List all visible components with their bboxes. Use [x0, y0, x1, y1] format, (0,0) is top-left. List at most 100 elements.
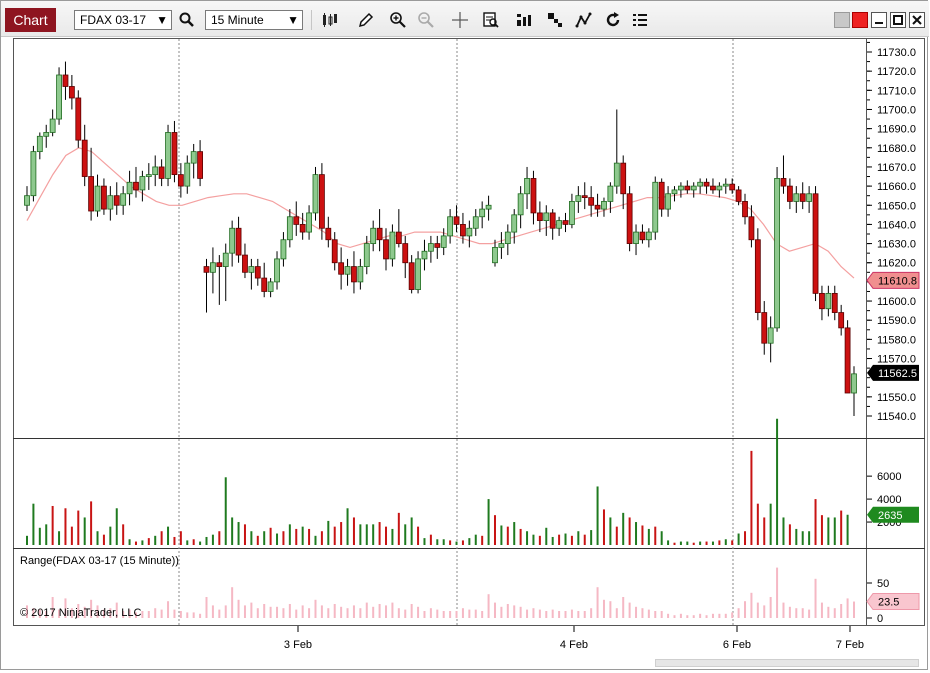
volume-bar [167, 526, 170, 545]
candle-body [556, 220, 563, 229]
price-tick-label: 11650.0 [877, 200, 916, 212]
price-tick-label: 11690.0 [877, 124, 916, 136]
range-bar [853, 601, 855, 618]
volume-bar [577, 531, 580, 545]
range-bar [846, 598, 849, 618]
candle-body [761, 312, 768, 344]
candle-body [780, 178, 787, 187]
sma-line [26, 147, 855, 279]
range-bar [359, 608, 362, 618]
candle-body [447, 216, 454, 237]
candle-body [254, 266, 261, 279]
volume-bar [269, 527, 272, 545]
volume-bar [795, 528, 798, 545]
volume-bar [731, 540, 734, 545]
range-bar [391, 602, 394, 618]
volume-bar [243, 524, 246, 545]
volume-bar [231, 517, 234, 545]
candle-body [594, 204, 601, 210]
volume-bar [538, 535, 541, 545]
sma-value-label: 11610.8 [878, 275, 917, 287]
candle-body [280, 239, 287, 260]
volume-bar [692, 542, 695, 545]
range-bar [192, 612, 195, 618]
candle-body [286, 216, 293, 241]
candle-body [235, 227, 242, 256]
candle-body [376, 227, 383, 241]
range-bar [295, 609, 298, 618]
volume-bar [442, 539, 445, 545]
volume-bar [58, 531, 61, 545]
range-bar [654, 611, 657, 618]
range-bar [218, 609, 221, 618]
candle-body [325, 227, 332, 241]
price-tick-label: 11630.0 [877, 239, 916, 251]
candle-body [492, 247, 498, 264]
volume-bar [788, 524, 791, 545]
volume-bar [429, 534, 432, 545]
range-bar [769, 597, 772, 618]
volume-bar [744, 531, 747, 545]
range-bar [583, 611, 586, 618]
candle-body [383, 239, 389, 260]
volume-bar [635, 522, 638, 545]
candle-body [799, 193, 806, 202]
volume-bar [827, 517, 830, 545]
volume-bar [90, 501, 93, 545]
range-bar [506, 604, 509, 618]
candle-body [735, 189, 742, 202]
horizontal-scrollbar[interactable] [655, 659, 919, 667]
range-bar [538, 609, 541, 618]
range-bar [545, 611, 548, 618]
candle-body [633, 231, 639, 244]
volume-bar [756, 503, 759, 545]
volume-bar [45, 524, 48, 545]
volume-bar [840, 510, 843, 545]
range-bar [808, 609, 811, 618]
candle-body [165, 132, 171, 179]
range-bar [410, 604, 413, 618]
candle-body [306, 212, 312, 233]
time-tick-label: 4 Feb [560, 639, 588, 651]
candle-body [421, 250, 428, 260]
volume-bar [96, 531, 99, 545]
range-bar [224, 605, 227, 618]
price-tick-label: 11680.0 [877, 143, 916, 155]
candle-body [543, 212, 550, 221]
candle-body [274, 258, 280, 283]
range-bar [154, 608, 157, 618]
candle-body [210, 262, 216, 273]
range-bar [186, 612, 189, 618]
chart-canvas: 11730.0 11720.0 11710.0 11700.0 11690.0 11680… [24, 39, 920, 651]
volume-bar [250, 531, 253, 545]
volume-bar [474, 534, 477, 545]
volume-bar [378, 522, 381, 545]
candle-body [171, 132, 178, 176]
candle-body [261, 277, 268, 292]
time-tick-label: 6 Feb [723, 639, 751, 651]
volume-bar [154, 535, 157, 545]
volume-bar [237, 522, 240, 545]
volume-bar [705, 541, 708, 545]
volume-bar [404, 524, 407, 545]
candle-body [498, 243, 505, 248]
range-bar [167, 601, 170, 618]
candle-body [101, 185, 107, 210]
candle-body [36, 135, 43, 153]
candle-body [152, 166, 159, 176]
volume-bar [468, 538, 471, 545]
volume-bar [609, 517, 612, 545]
volume-bar [673, 542, 676, 545]
candle-body [184, 162, 191, 187]
candle-body [395, 231, 402, 244]
volume-bar [660, 531, 663, 545]
range-bar [263, 604, 266, 618]
range-bar [744, 601, 747, 618]
range-bar [301, 605, 304, 618]
volume-bar [122, 524, 125, 545]
range-bar [327, 608, 330, 618]
range-bar [635, 606, 638, 618]
volume-bar [83, 517, 86, 545]
range-tick-label: 50 [877, 578, 889, 590]
range-bar [724, 613, 727, 618]
